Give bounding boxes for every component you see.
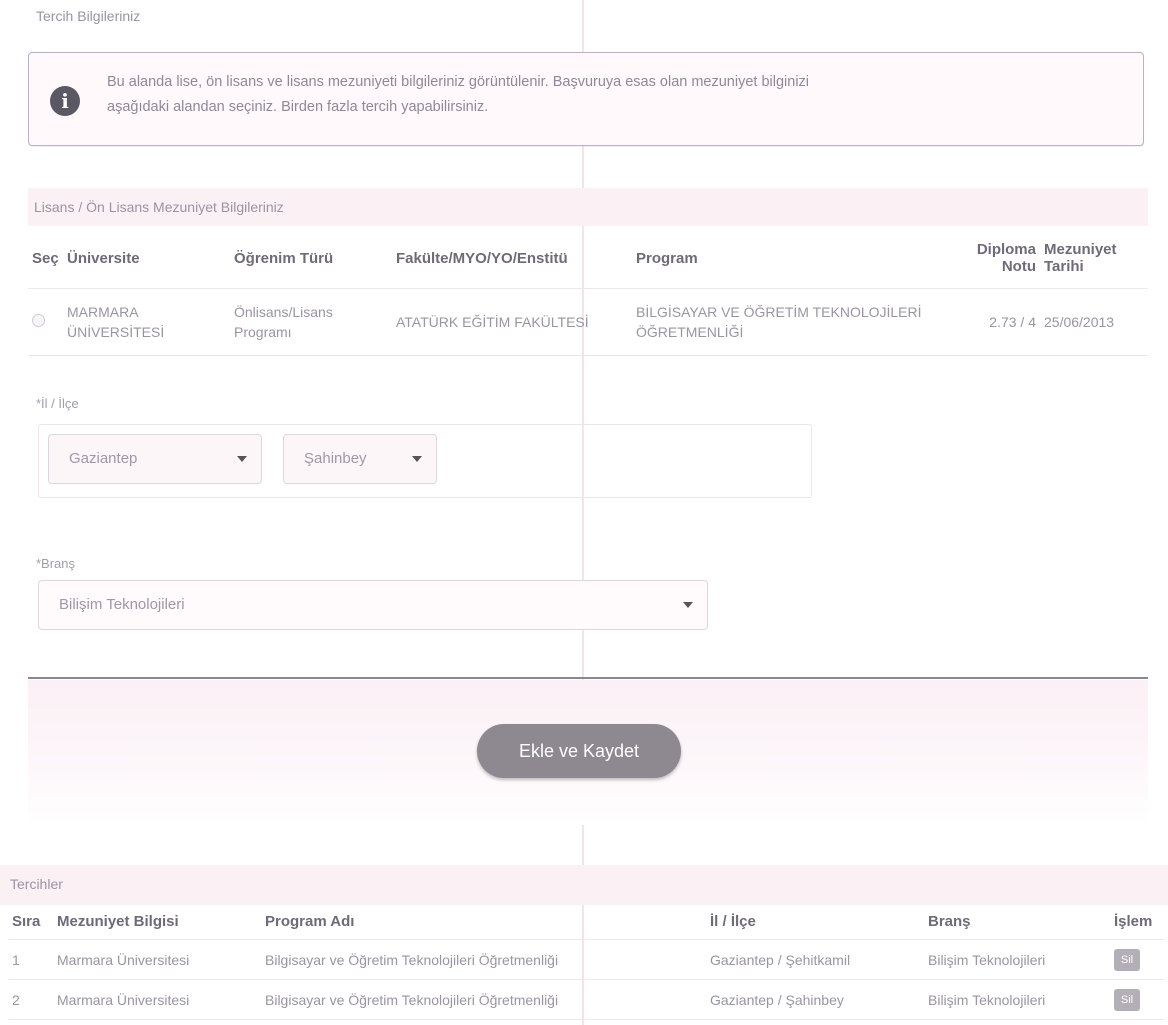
ilce-select[interactable]: Şahinbey — [283, 434, 437, 484]
col-header-mezuniyet-tarihi: Mezuniyet Tarihi — [1040, 228, 1148, 289]
tercihler-section-header: Tercihler — [0, 865, 1168, 905]
chevron-down-icon — [683, 602, 693, 608]
table-row: 1 Marmara Üniversitesi Bilgisayar ve Öğr… — [8, 939, 1164, 980]
mezuniyet-table-header-row: Seç Üniversite Öğrenim Türü Fakülte/MYO/… — [28, 228, 1148, 289]
ilce-select-value: Şahinbey — [304, 450, 367, 467]
col-header-islem: İşlem — [1110, 903, 1164, 940]
tercih-page: Tercih Bilgileriniz i Bu alanda lise, ön… — [0, 0, 1168, 1025]
col-header-universite: Üniversite — [63, 228, 230, 289]
info-icon: i — [50, 86, 80, 116]
brans-select-value: Bilişim Teknolojileri — [59, 596, 185, 613]
cell-mezuniyet-bilgisi: Marmara Üniversitesi — [53, 979, 261, 1020]
table-row[interactable]: MARMARA ÜNİVERSİTESİ Önlisans/Lisans Pro… — [28, 288, 1148, 356]
col-header-program: Program — [632, 228, 950, 289]
section-title-mezuniyet: Lisans / Ön Lisans Mezuniyet Bilgilerini… — [34, 199, 284, 215]
brans-label: *Branş — [36, 556, 76, 571]
tercihler-table-header-row: Sıra Mezuniyet Bilgisi Program Adı İl / … — [8, 903, 1164, 940]
section-title-tercih-bilgileri: Tercih Bilgileriniz — [36, 8, 141, 24]
sil-button[interactable]: Sil — [1114, 948, 1140, 971]
cell-sira: 1 — [8, 939, 53, 980]
col-header-sec: Seç — [28, 228, 63, 289]
cell-islem: Sil — [1110, 979, 1164, 1020]
col-header-mezuniyet-bilgisi: Mezuniyet Bilgisi — [53, 903, 261, 940]
col-header-ogrenim-turu: Öğrenim Türü — [230, 228, 392, 289]
tercihler-table: Sıra Mezuniyet Bilgisi Program Adı İl / … — [8, 903, 1164, 1020]
col-header-sira: Sıra — [8, 903, 53, 940]
cell-brans: Bilişim Teknolojileri — [924, 939, 1110, 980]
sil-button[interactable]: Sil — [1114, 988, 1140, 1011]
cell-universite: MARMARA ÜNİVERSİTESİ — [63, 288, 230, 356]
cell-sira: 2 — [8, 979, 53, 1020]
section-title-tercihler: Tercihler — [10, 876, 63, 892]
il-select[interactable]: Gaziantep — [48, 434, 262, 484]
col-header-il-ilce: İl / İlçe — [706, 903, 924, 940]
il-ilce-label: *İl / İlçe — [36, 396, 79, 411]
cell-diploma-notu: 2.73 / 4 — [950, 288, 1040, 356]
cell-fakulte: ATATÜRK EĞİTİM FAKÜLTESİ — [392, 288, 632, 356]
cell-il-ilce: Gaziantep / Şahinbey — [706, 979, 924, 1020]
info-text-line-2: aşağıdaki alandan seçiniz. Birden fazla … — [107, 99, 489, 115]
cell-mezuniyet-tarihi: 25/06/2013 — [1040, 288, 1148, 356]
cell-program-adi: Bilgisayar ve Öğretim Teknolojileri Öğre… — [261, 939, 706, 980]
mezuniyet-table: Seç Üniversite Öğrenim Türü Fakülte/MYO/… — [28, 228, 1148, 356]
brans-select[interactable]: Bilişim Teknolojileri — [38, 580, 708, 630]
cell-ogrenim-turu: Önlisans/Lisans Programı — [230, 288, 392, 356]
cell-mezuniyet-bilgisi: Marmara Üniversitesi — [53, 939, 261, 980]
col-header-diploma-notu: Diploma Notu — [950, 228, 1040, 289]
info-alert: i Bu alanda lise, ön lisans ve lisans me… — [28, 52, 1144, 146]
mezuniyet-section-header: Lisans / Ön Lisans Mezuniyet Bilgilerini… — [28, 188, 1148, 226]
table-row: 2 Marmara Üniversitesi Bilgisayar ve Öğr… — [8, 979, 1164, 1020]
divider — [28, 677, 1148, 679]
ekle-ve-kaydet-button[interactable]: Ekle ve Kaydet — [477, 724, 681, 778]
il-select-value: Gaziantep — [69, 450, 138, 467]
cell-islem: Sil — [1110, 939, 1164, 980]
select-radio-cell[interactable] — [28, 288, 63, 356]
chevron-down-icon — [237, 456, 247, 462]
info-text: Bu alanda lise, ön lisans ve lisans mezu… — [107, 70, 1107, 120]
cell-brans: Bilişim Teknolojileri — [924, 979, 1110, 1020]
cell-program-adi: Bilgisayar ve Öğretim Teknolojileri Öğre… — [261, 979, 706, 1020]
select-radio[interactable] — [32, 314, 45, 327]
cell-il-ilce: Gaziantep / Şehitkamil — [706, 939, 924, 980]
chevron-down-icon — [412, 456, 422, 462]
col-header-fakulte: Fakülte/MYO/YO/Enstitü — [392, 228, 632, 289]
col-header-program-adi: Program Adı — [261, 903, 706, 940]
col-header-brans: Branş — [924, 903, 1110, 940]
cell-program: BİLGİSAYAR VE ÖĞRETİM TEKNOLOJİLERİ ÖĞRE… — [632, 288, 950, 356]
info-text-line-1: Bu alanda lise, ön lisans ve lisans mezu… — [107, 74, 810, 90]
